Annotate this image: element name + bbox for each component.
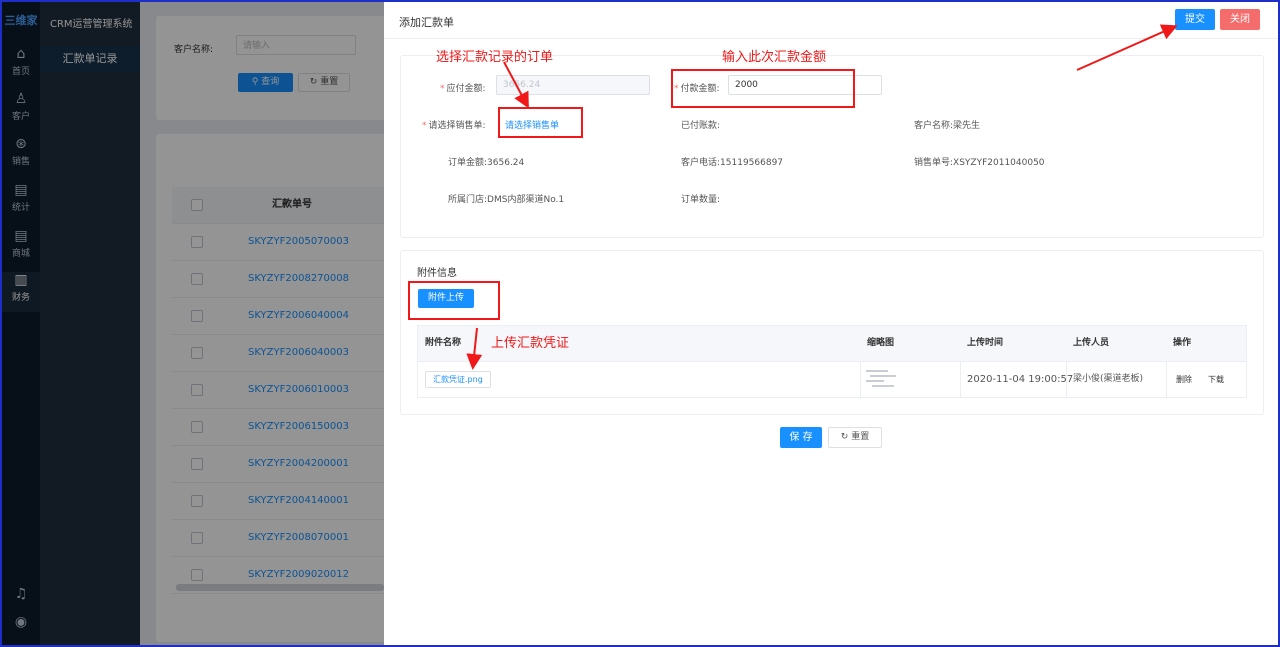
- arrow-to-select-order: [503, 61, 529, 109]
- screenshot-frame: 三维家 ⌂ 首页 ♙ 客户 ⊛ 销售 ▤ 统计 ▤ 商城 ▥ 财务 ♫ ◉ CR…: [0, 0, 1280, 647]
- annotation-arrows: [466, 24, 1178, 370]
- arrow-to-attachment: [466, 327, 483, 370]
- arrow-to-submit: [1076, 24, 1178, 71]
